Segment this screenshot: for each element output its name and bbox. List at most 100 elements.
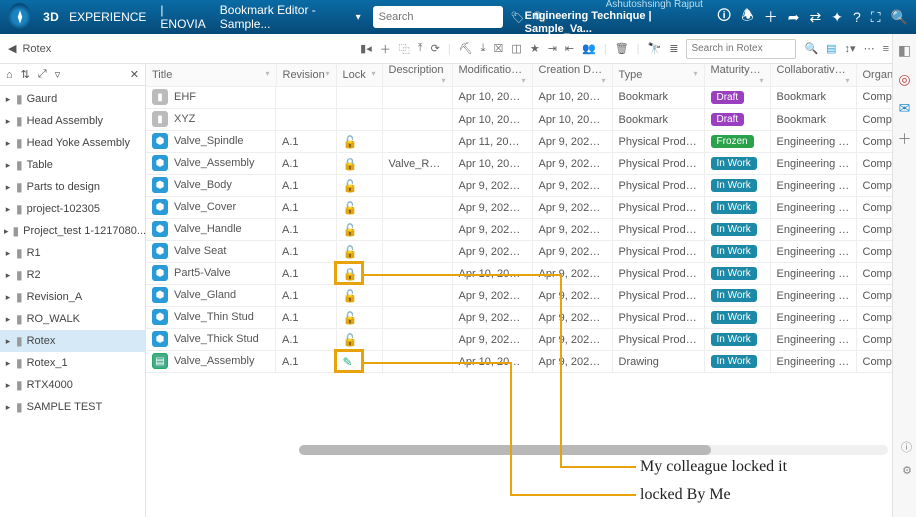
caret-icon[interactable]: ▸: [4, 204, 12, 215]
col-description[interactable]: Description▾: [382, 64, 452, 86]
cube-icon[interactable]: ◫: [511, 42, 521, 55]
tool-icon[interactable]: ⛏: [459, 42, 473, 55]
caret-icon[interactable]: ▸: [4, 270, 12, 281]
col-maturity[interactable]: Maturity St...▾: [704, 64, 770, 86]
filter-icon[interactable]: ≣: [669, 42, 678, 55]
col-creation[interactable]: Creation Date▾: [532, 64, 612, 86]
add-icon[interactable]: ＋: [380, 41, 391, 57]
tree-item[interactable]: ▸▮Gaurd: [0, 88, 145, 110]
import-icon[interactable]: ⇥: [548, 42, 557, 55]
caret-icon[interactable]: ▸: [4, 182, 12, 193]
tree-home-icon[interactable]: ⌂: [6, 69, 13, 81]
caret-icon[interactable]: ▸: [4, 380, 12, 391]
tree-item[interactable]: ▸▮RO_WALK: [0, 308, 145, 330]
lock-icon[interactable]: 🔓: [343, 245, 358, 259]
table-row[interactable]: ⬢Valve_CoverA.1🔓Apr 9, 2024, 1...Apr 9, …: [146, 197, 892, 219]
tag-icon[interactable]: 🏷: [511, 11, 525, 24]
col-org[interactable]: Organization▾: [856, 64, 892, 86]
people-icon[interactable]: 👥: [582, 42, 596, 55]
expand-icon[interactable]: ⛶: [871, 9, 881, 26]
network-icon[interactable]: ⇄: [809, 9, 821, 26]
rail-mail-icon[interactable]: ✉: [899, 100, 911, 117]
col-revision[interactable]: Revision▾: [276, 64, 336, 86]
duplicate-icon[interactable]: ⿻: [399, 41, 410, 57]
lock-icon[interactable]: 🔓: [343, 311, 358, 325]
tree-item[interactable]: ▸▮R1: [0, 242, 145, 264]
rail-compass-icon[interactable]: ◎: [898, 71, 910, 88]
tree-item[interactable]: ▸▮Rotex_1: [0, 352, 145, 374]
tree-item[interactable]: ▸▮R2: [0, 264, 145, 286]
col-modification[interactable]: Modification D...▾: [452, 64, 532, 86]
tree-sort-icon[interactable]: ⇅: [21, 68, 30, 81]
caret-icon[interactable]: ▸: [4, 314, 12, 325]
table-row[interactable]: ▮EHFApr 10, 2024, ...Apr 10, 2024, ...Bo…: [146, 86, 892, 109]
footer-gear-icon[interactable]: ⚙: [902, 464, 912, 477]
refresh-icon[interactable]: ⟳: [431, 42, 440, 55]
table-row[interactable]: ⬢Valve_HandleA.1🔓Apr 9, 2024, 1...Apr 9,…: [146, 219, 892, 241]
col-lock[interactable]: Lock▾: [336, 64, 382, 86]
lock-icon[interactable]: 🔓: [343, 179, 358, 193]
more-icon[interactable]: ⋯: [864, 42, 875, 55]
tree-item[interactable]: ▸▮Table: [0, 154, 145, 176]
box-icon[interactable]: ☒: [494, 42, 504, 55]
breadcrumb[interactable]: Rotex: [22, 43, 51, 55]
flag-icon[interactable]: ▮◂: [360, 42, 372, 55]
delete-icon[interactable]: 🗑: [615, 42, 629, 55]
scrollbar-thumb[interactable]: [299, 445, 711, 455]
global-search[interactable]: 🔍: [373, 6, 503, 28]
content-search[interactable]: [686, 39, 796, 59]
sort-icon[interactable]: ↕▾: [845, 42, 856, 55]
tree-item[interactable]: ▸▮project-102305: [0, 198, 145, 220]
share-icon[interactable]: ➦: [788, 9, 800, 26]
tree-item[interactable]: ▸▮Project_test 1-1217080...: [0, 220, 145, 242]
table-row[interactable]: ⬢Part5-ValveA.1🔒Apr 10, 2024, ...Apr 9, …: [146, 263, 892, 285]
col-type[interactable]: Type▾: [612, 64, 704, 86]
caret-icon[interactable]: ▸: [4, 226, 9, 237]
binoculars-icon[interactable]: 🔭: [648, 42, 662, 55]
tree-close-icon[interactable]: ✕: [130, 68, 139, 81]
caret-icon[interactable]: ▸: [4, 402, 12, 413]
col-title[interactable]: Title▾: [146, 64, 276, 86]
export-icon[interactable]: ⇤: [565, 42, 574, 55]
rail-app-icon[interactable]: ◧: [898, 42, 911, 59]
tree-expand-icon[interactable]: ⤢: [38, 68, 47, 81]
rail-add-icon[interactable]: ＋: [898, 129, 912, 149]
lock-icon[interactable]: 🔓: [343, 289, 358, 303]
lock-icon[interactable]: ✎: [343, 355, 353, 369]
lock-icon[interactable]: 🔒: [343, 157, 358, 171]
table-row[interactable]: ⬢Valve_Thick StudA.1🔓Apr 9, 2024, 9...Ap…: [146, 329, 892, 351]
caret-icon[interactable]: ▸: [4, 116, 12, 127]
global-search-input[interactable]: [373, 11, 527, 23]
footer-info-icon[interactable]: ⓘ: [901, 439, 912, 455]
tree-item[interactable]: ▸▮SAMPLE TEST: [0, 396, 145, 418]
tree-item[interactable]: ▸▮Revision_A: [0, 286, 145, 308]
caret-icon[interactable]: ▸: [4, 358, 12, 369]
lock-icon[interactable]: 🔓: [343, 201, 358, 215]
lock-icon[interactable]: 🔓: [343, 223, 358, 237]
caret-icon[interactable]: ▸: [4, 94, 12, 105]
apps-icon[interactable]: ✦: [831, 9, 843, 26]
download-icon[interactable]: ⤓: [481, 42, 486, 55]
caret-icon[interactable]: ▸: [4, 292, 12, 303]
table-row[interactable]: ▮XYZApr 10, 2024, ...Apr 10, 2024, ...Bo…: [146, 109, 892, 131]
plus-icon[interactable]: ＋: [764, 7, 778, 27]
tree-item[interactable]: ▸▮Rotex: [0, 330, 145, 352]
help-icon[interactable]: ?: [853, 9, 861, 25]
tree-item[interactable]: ▸▮RTX4000: [0, 374, 145, 396]
col-collab[interactable]: Collaborative ...▾: [770, 64, 856, 86]
caret-icon[interactable]: ▸: [4, 336, 12, 347]
tree-item[interactable]: ▸▮Head Assembly: [0, 110, 145, 132]
table-row[interactable]: ⬢Valve SeatA.1🔓Apr 9, 2024, 1...Apr 9, 2…: [146, 241, 892, 263]
back-icon[interactable]: ◀: [8, 42, 16, 55]
list-icon[interactable]: ≡: [883, 43, 889, 55]
compass-icon[interactable]: [8, 3, 31, 31]
tree-item[interactable]: ▸▮Head Yoke Assembly: [0, 132, 145, 154]
bell-icon[interactable]: 🕭: [741, 5, 754, 29]
notification-icon[interactable]: 🛈: [717, 5, 731, 29]
tree-filter-icon[interactable]: ▿: [55, 68, 61, 81]
topbar-context[interactable]: Ashutoshsingh Rajput Engineering Techniq…: [525, 0, 703, 35]
caret-icon[interactable]: ▸: [4, 248, 12, 259]
table-row[interactable]: ⬢Valve_Thin StudA.1🔓Apr 9, 2024, 9...Apr…: [146, 307, 892, 329]
search2-icon[interactable]: 🔍: [891, 9, 908, 26]
caret-icon[interactable]: ▸: [4, 160, 12, 171]
